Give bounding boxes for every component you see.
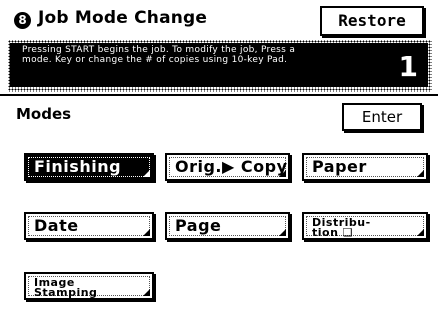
- copy-count: 1: [398, 50, 418, 83]
- corner-marker-icon: [143, 229, 150, 236]
- info-message: Pressing START begins the job. To modify…: [22, 45, 296, 65]
- page-title: Job Mode Change: [38, 8, 208, 28]
- modes-label: Modes: [16, 105, 72, 123]
- enter-button[interactable]: Enter: [342, 103, 422, 131]
- corner-marker-icon: [143, 289, 150, 296]
- image-stamping-button[interactable]: Image Stamping: [24, 272, 154, 300]
- distribution-label: Distribu- tion ❑: [312, 216, 371, 239]
- corner-marker-icon: [279, 170, 286, 177]
- job-number-icon: 8: [14, 12, 31, 29]
- paper-button[interactable]: Paper: [302, 153, 428, 181]
- date-label: Date: [34, 216, 79, 235]
- corner-marker-icon: [417, 229, 424, 236]
- distribution-button[interactable]: Distribu- tion ❑: [302, 212, 428, 240]
- orig-copy-label: Orig.▶ Copy: [175, 157, 288, 176]
- finishing-label: Finishing: [34, 157, 122, 176]
- page-label: Page: [175, 216, 222, 235]
- orig-copy-button[interactable]: Orig.▶ Copy: [165, 153, 290, 181]
- restore-button[interactable]: Restore: [320, 6, 424, 36]
- corner-marker-icon: [417, 170, 424, 177]
- date-button[interactable]: Date: [24, 212, 154, 240]
- corner-marker-icon: [279, 229, 286, 236]
- image-stamping-label: Image Stamping: [34, 276, 98, 299]
- divider: [0, 94, 438, 96]
- page-button[interactable]: Page: [165, 212, 290, 240]
- paper-label: Paper: [312, 157, 367, 176]
- corner-marker-icon: [143, 170, 150, 177]
- finishing-button[interactable]: Finishing: [24, 153, 154, 181]
